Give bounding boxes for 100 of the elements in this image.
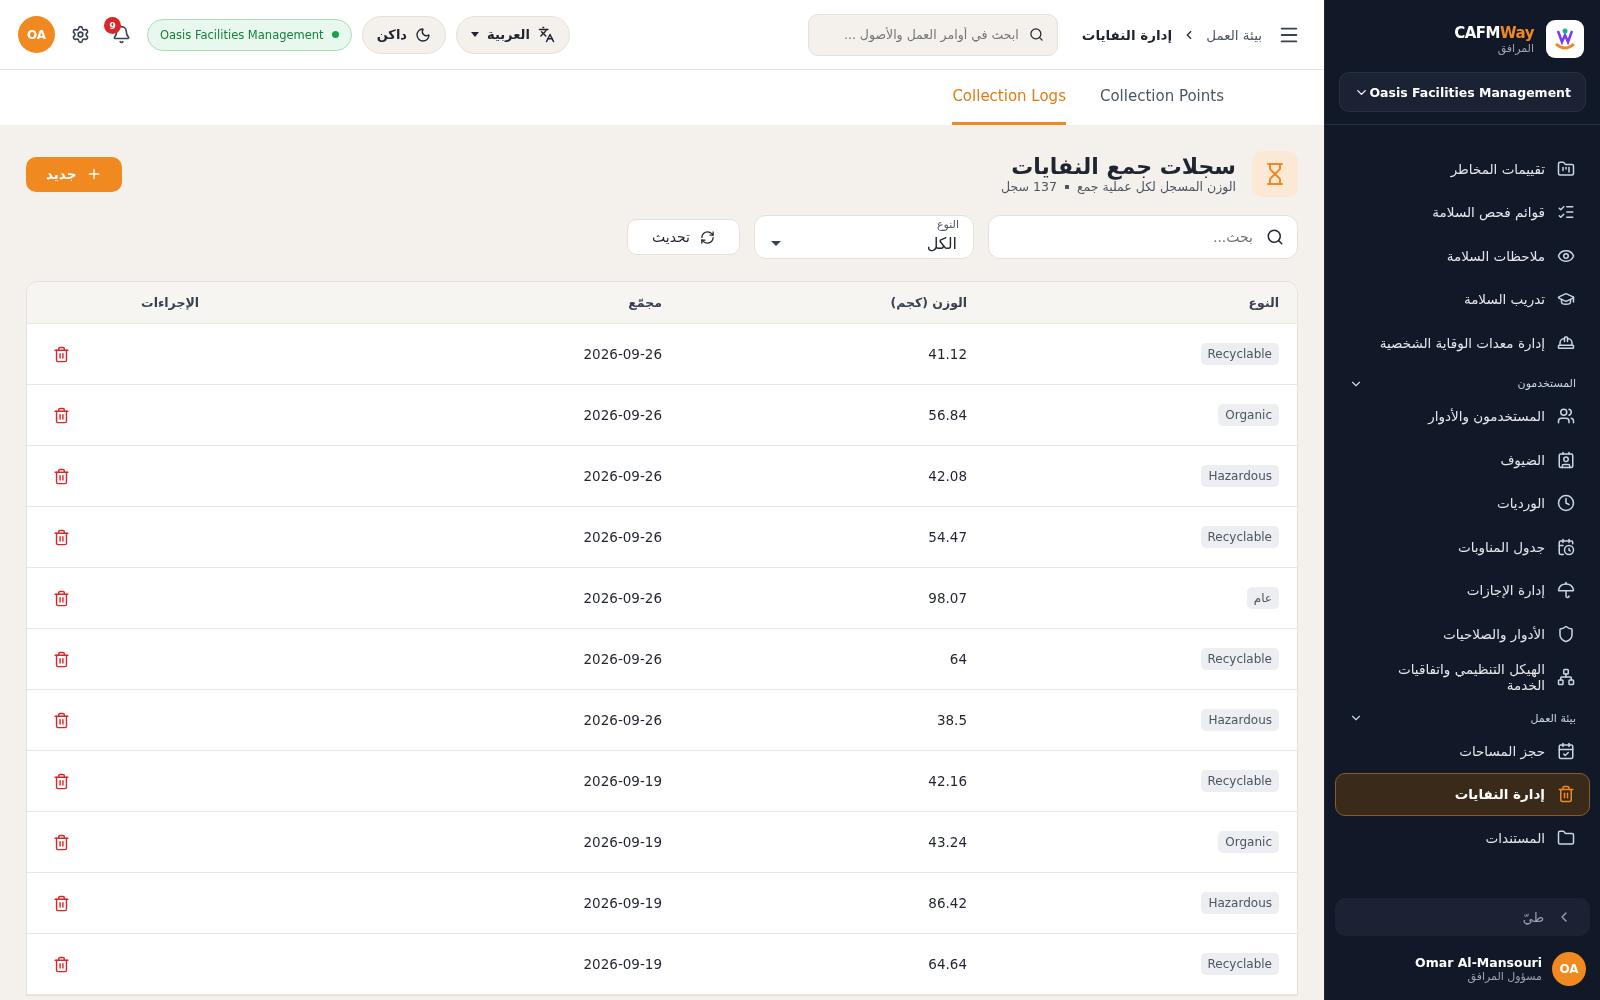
brand-subtitle: المرافق: [1497, 41, 1534, 55]
caret-icon: [771, 240, 781, 246]
sidebar-item[interactable]: الضيوف: [1335, 438, 1590, 482]
table-cell-text: 2026-09-19: [582, 956, 663, 972]
sidebar-item[interactable]: المستخدمون والأدوار: [1335, 394, 1590, 438]
table-cell-text: 2026-09-26: [582, 651, 663, 667]
table-cell-text: 98.07: [927, 590, 968, 606]
tab[interactable]: Collection Points: [1099, 70, 1224, 125]
sidebar-item-icon: [1557, 581, 1575, 600]
page-subtitle: الوزن المسجل لكل عملية جمع: [1076, 179, 1236, 194]
collapse-button[interactable]: طيّ: [1335, 898, 1590, 936]
settings-icon: [71, 25, 90, 44]
table-cell-text: 2026-09-26: [582, 468, 663, 484]
section-header[interactable]: المستخدمون: [1335, 364, 1590, 395]
sidebar-item[interactable]: تدريب السلامة: [1335, 277, 1590, 321]
search-icon: [1266, 228, 1284, 246]
type-select[interactable]: النوع الكل: [754, 215, 974, 259]
sidebar-item-icon: [1557, 785, 1575, 804]
delete-button[interactable]: [53, 894, 70, 912]
status-dot: [331, 31, 339, 38]
translate-icon: [537, 26, 555, 43]
search-field[interactable]: ابحث في أوامر العمل والأصول ...: [807, 13, 1058, 56]
sidebar-item-icon: [1557, 741, 1575, 760]
table-cell-text: 64.64: [927, 956, 968, 972]
table-cell-text: 54.47: [927, 529, 968, 545]
sidebar-item[interactable]: تقييمات المخاطر: [1335, 147, 1590, 191]
language-select[interactable]: العربية: [456, 15, 570, 54]
delete-button[interactable]: [53, 650, 70, 668]
delete-button[interactable]: [53, 955, 70, 973]
sidebar-item-icon: [1557, 828, 1575, 847]
delete-icon: [53, 772, 70, 790]
sidebar-item-icon: [1557, 537, 1575, 556]
sidebar-item-icon: [1557, 159, 1575, 178]
delete-icon: [53, 955, 70, 973]
record-count: 137 سجل: [1001, 179, 1057, 194]
delete-button[interactable]: [53, 772, 70, 790]
logo-icon: [1546, 20, 1584, 58]
notification-count: 9: [104, 17, 121, 34]
sidebar-item-icon: [1557, 494, 1575, 513]
theme-toggle[interactable]: داكن: [361, 15, 447, 54]
sidebar-item[interactable]: إدارة معدات الوقاية الشخصية: [1335, 321, 1590, 365]
sidebar-item[interactable]: إدارة الإجازات: [1335, 568, 1590, 612]
table-cell-text: 38.5: [935, 712, 968, 728]
sidebar-item-icon: [1557, 668, 1575, 687]
sidebar-item-icon: [1557, 450, 1575, 469]
delete-icon: [53, 650, 70, 668]
sidebar-item[interactable]: الأدوار والصلاحيات: [1335, 612, 1590, 656]
type-tag: Recyclable: [1200, 648, 1279, 670]
delete-icon: [53, 528, 70, 546]
notifications-button[interactable]: 9: [106, 19, 137, 50]
delete-button[interactable]: [53, 467, 70, 485]
table-cell-text: 42.08: [927, 468, 968, 484]
user-role: مسؤول المرافق: [1467, 970, 1542, 983]
search-icon: [1028, 26, 1044, 42]
delete-button[interactable]: [53, 589, 70, 607]
table-cell-text: 2026-09-26: [582, 712, 663, 728]
table-cell-text: 42.16: [927, 773, 968, 789]
table-cell-text: 41.12: [927, 346, 968, 362]
delete-icon: [53, 833, 70, 851]
search-field[interactable]: بحث...: [988, 215, 1298, 259]
sidebar-item[interactable]: حجز المساحات: [1335, 729, 1590, 773]
sidebar-item-icon: [1557, 407, 1575, 426]
sidebar-item[interactable]: جدول المناوبات: [1335, 525, 1590, 569]
type-tag: Recyclable: [1200, 343, 1279, 365]
moon-icon: [415, 26, 432, 43]
column-header: النوع: [1247, 295, 1280, 310]
delete-button[interactable]: [53, 345, 70, 363]
delete-button[interactable]: [53, 528, 70, 546]
sidebar-item[interactable]: الورديات: [1335, 481, 1590, 525]
delete-button[interactable]: [53, 833, 70, 851]
type-tag: Recyclable: [1200, 953, 1279, 975]
sidebar-item[interactable]: إدارة النفايات: [1335, 772, 1590, 816]
field-label: النوع: [937, 219, 959, 230]
table-cell-text: 2026-09-26: [582, 590, 663, 606]
sidebar-item-icon: [1557, 624, 1575, 643]
sidebar-item[interactable]: الهيكل التنظيمي واتفاقيات الخدمة: [1335, 655, 1590, 699]
brand-name: CAFMWay: [1454, 23, 1534, 42]
table-cell-text: 2026-09-19: [582, 834, 663, 850]
delete-button[interactable]: [53, 406, 70, 424]
organization-select[interactable]: Oasis Facilities Management: [1339, 72, 1586, 112]
sidebar-item[interactable]: قوائم فحص السلامة: [1335, 190, 1590, 234]
section-header[interactable]: بيئة العمل: [1335, 699, 1590, 729]
breadcrumb-link[interactable]: بيئة العمل: [1206, 26, 1262, 43]
delete-icon: [53, 894, 70, 912]
delete-button[interactable]: [53, 711, 70, 729]
type-tag: Organic: [1218, 831, 1279, 853]
user-name: Omar Al-Mansouri: [1415, 955, 1542, 970]
delete-icon: [53, 589, 70, 607]
sidebar-item[interactable]: ملاحظات السلامة: [1335, 234, 1590, 278]
table-cell-text: 2026-09-19: [582, 773, 663, 789]
table-cell-text: 86.42: [927, 895, 968, 911]
breadcrumb-current: إدارة النفايات: [1081, 26, 1173, 43]
delete-icon: [53, 711, 70, 729]
type-tag: Hazardous: [1201, 709, 1279, 731]
table-cell-text: 56.84: [927, 407, 968, 423]
refresh-button[interactable]: تحديث: [627, 219, 740, 255]
sidebar-item[interactable]: المستندات: [1335, 816, 1590, 860]
page-title: سجلات جمع النفايات: [1011, 154, 1236, 179]
table-cell-text: 2026-09-26: [582, 346, 663, 362]
type-tag: Organic: [1218, 404, 1279, 426]
